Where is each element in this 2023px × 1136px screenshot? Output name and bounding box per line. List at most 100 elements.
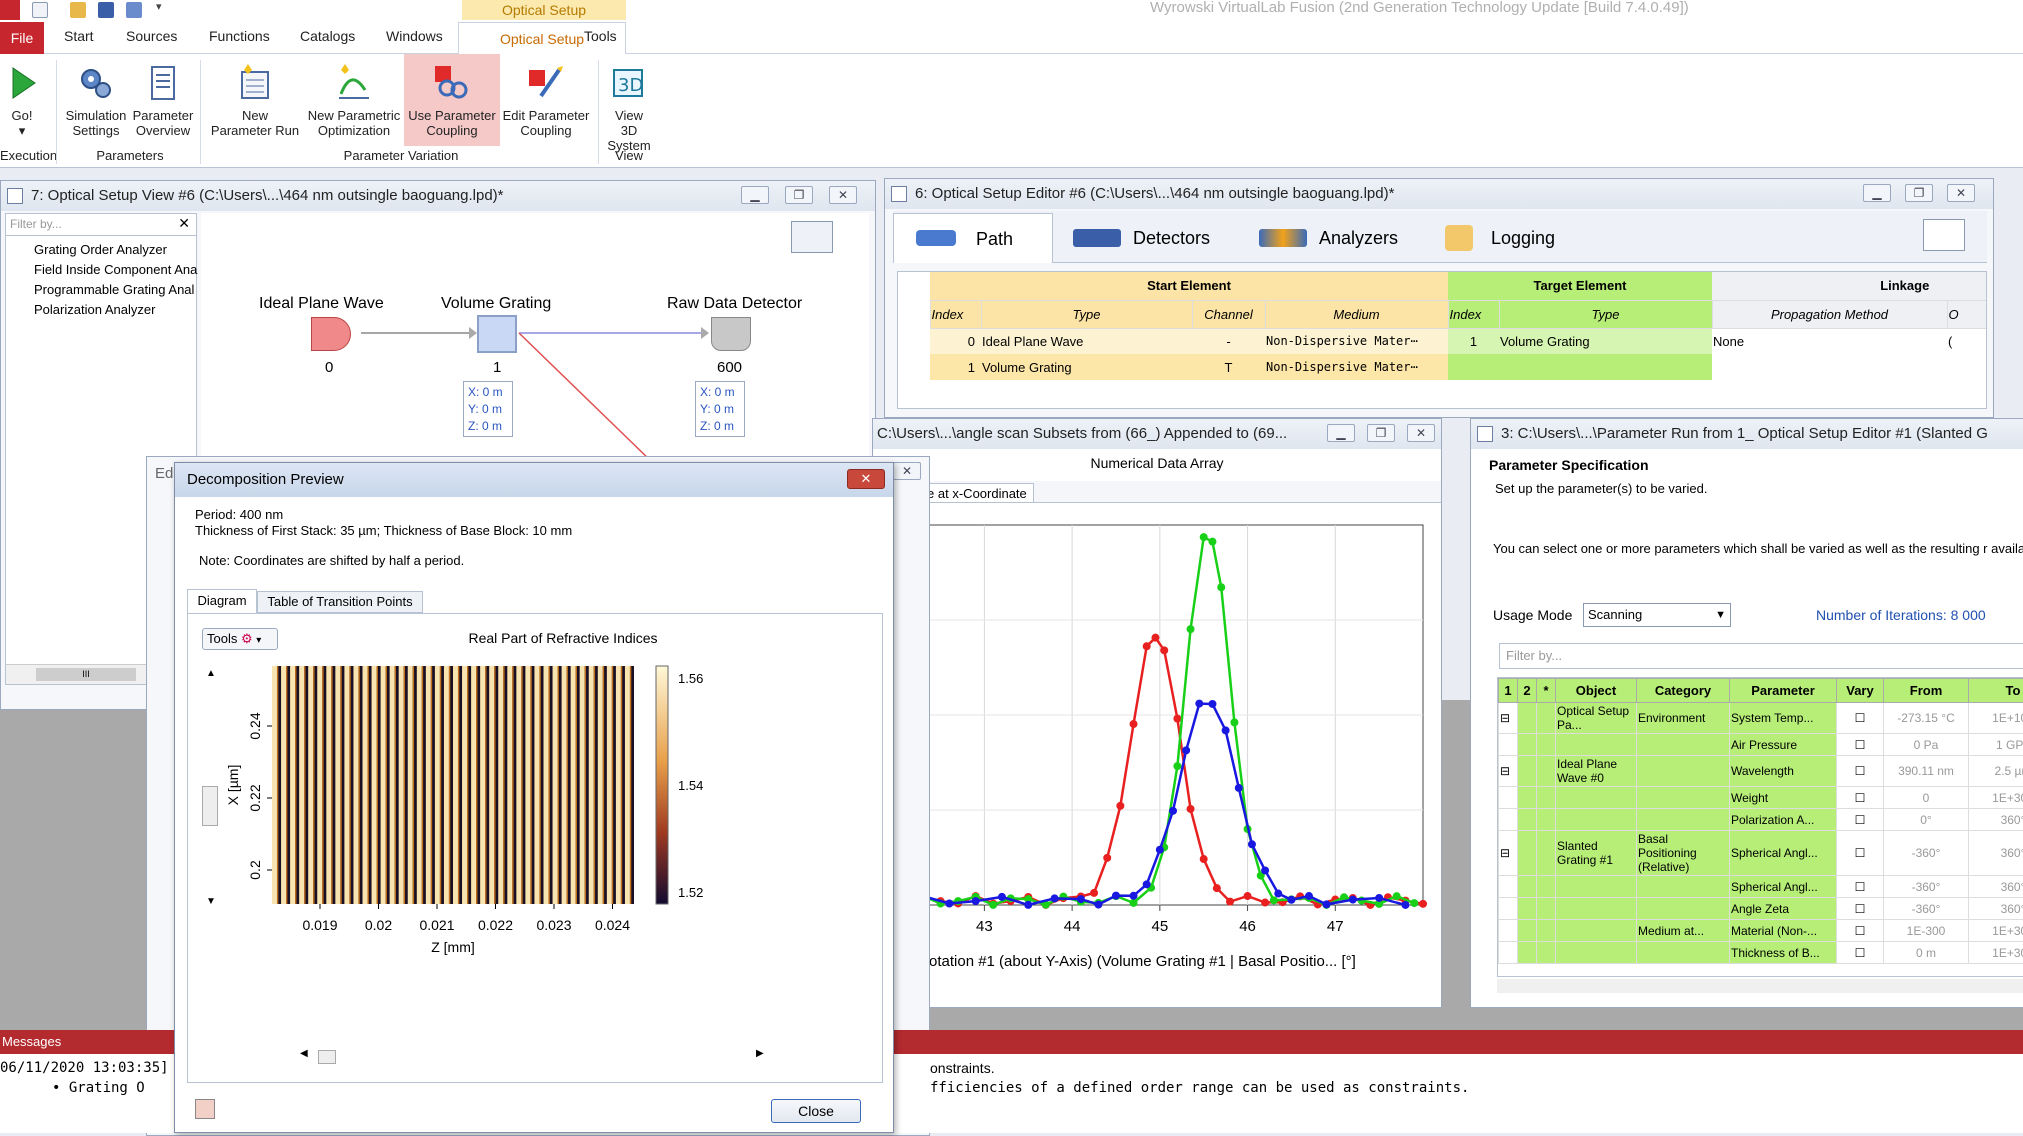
- scroll-left-icon[interactable]: ◀: [300, 1048, 308, 1059]
- minimize-button[interactable]: ▁: [1863, 184, 1891, 202]
- tab-analyzers[interactable]: Analyzers: [1255, 215, 1425, 259]
- use-parameter-coupling-button[interactable]: Use Parameter Coupling: [404, 54, 500, 146]
- menu-start[interactable]: Start: [64, 28, 94, 44]
- save-icon[interactable]: [98, 2, 114, 18]
- go-button[interactable]: Go! ▾: [0, 54, 44, 146]
- vary-checkbox[interactable]: ☐: [1837, 920, 1884, 942]
- volume-grating-icon[interactable]: [477, 315, 517, 353]
- menu-tools[interactable]: Tools: [584, 28, 617, 44]
- close-button[interactable]: Close: [771, 1099, 861, 1123]
- new-parametric-optimization-button[interactable]: New Parametric Optimization: [304, 54, 404, 146]
- table-row[interactable]: 1 Volume Grating T Non-Dispersive Mater⋯: [898, 354, 1987, 380]
- quick-access-icon[interactable]: [126, 2, 142, 18]
- parameter-overview-button[interactable]: Parameter Overview: [130, 54, 196, 146]
- restore-button[interactable]: ❐: [1905, 184, 1933, 202]
- menu-catalogs[interactable]: Catalogs: [300, 28, 355, 44]
- param-row[interactable]: Weight☐01E+300: [1499, 787, 2023, 809]
- param-row[interactable]: Medium at...Material (Non-...☐1E-3001E+3…: [1499, 920, 2023, 942]
- tab-diagram[interactable]: Diagram: [187, 589, 257, 613]
- plane-wave-source-icon[interactable]: [311, 317, 351, 351]
- filter-box[interactable]: Filter by... ✕: [6, 214, 196, 236]
- tree-item[interactable]: Polarization Analyzer: [34, 302, 155, 317]
- edit-parameter-coupling-button[interactable]: Edit Parameter Coupling: [500, 54, 592, 146]
- vary-checkbox[interactable]: ☐: [1837, 876, 1884, 898]
- index-stripe: [353, 666, 358, 904]
- vary-checkbox[interactable]: ☐: [1837, 703, 1884, 734]
- collapse-icon[interactable]: [1499, 942, 1518, 964]
- customize-dropdown-icon[interactable]: ▾: [156, 0, 162, 13]
- position-box[interactable]: X: 0 m Y: 0 m Z: 0 m: [695, 381, 745, 437]
- param-row[interactable]: ⊟Slanted Grating #1Basal Positioning (Re…: [1499, 831, 2023, 876]
- scroll-up-icon[interactable]: ▲: [206, 668, 216, 679]
- scroll-right-icon[interactable]: ▶: [756, 1048, 764, 1059]
- usage-mode-select[interactable]: Scanning ▼: [1583, 603, 1731, 627]
- param-row[interactable]: Polarization A...☐0°360°: [1499, 809, 2023, 831]
- collapse-icon[interactable]: ⊟: [1499, 703, 1518, 734]
- scroll-thumb[interactable]: III: [36, 668, 136, 681]
- param-row[interactable]: Air Pressure☐0 Pa1 GPa: [1499, 734, 2023, 756]
- vary-checkbox[interactable]: ☐: [1837, 787, 1884, 809]
- scroll-thumb[interactable]: [202, 786, 218, 826]
- vary-checkbox[interactable]: ☐: [1837, 809, 1884, 831]
- minimize-button[interactable]: ▁: [741, 186, 769, 204]
- tree-item[interactable]: Field Inside Component Ana: [34, 262, 197, 277]
- collapse-icon[interactable]: ⊟: [1499, 756, 1518, 787]
- restore-button[interactable]: ❐: [785, 186, 813, 204]
- close-button[interactable]: ✕: [1947, 184, 1975, 202]
- menu-file[interactable]: File: [0, 22, 44, 54]
- collapse-icon[interactable]: [1499, 898, 1518, 920]
- menu-windows[interactable]: Windows: [386, 28, 443, 44]
- param-table-container: 1 2 * Object Category Parameter Vary Fro…: [1497, 677, 2023, 977]
- collapse-icon[interactable]: [1499, 787, 1518, 809]
- tab-path[interactable]: Path: [893, 213, 1053, 263]
- close-icon[interactable]: ✕: [847, 469, 885, 489]
- vary-checkbox[interactable]: ☐: [1837, 831, 1884, 876]
- vary-checkbox[interactable]: ☐: [1837, 942, 1884, 964]
- tree-item[interactable]: Programmable Grating Anal: [34, 282, 194, 297]
- vary-checkbox[interactable]: ☐: [1837, 734, 1884, 756]
- plot-horizontal-scrollbar[interactable]: ◀ ▶: [300, 1050, 770, 1064]
- collapse-icon[interactable]: [1499, 876, 1518, 898]
- minimize-button[interactable]: ▁: [1327, 424, 1355, 442]
- collapse-icon[interactable]: [1499, 809, 1518, 831]
- collapse-icon[interactable]: ⊟: [1499, 831, 1518, 876]
- tab-transition-points[interactable]: Table of Transition Points: [257, 591, 423, 613]
- scroll-thumb[interactable]: [318, 1050, 336, 1064]
- menu-sources[interactable]: Sources: [126, 28, 177, 44]
- vary-checkbox[interactable]: ☐: [1837, 756, 1884, 787]
- tab-detectors[interactable]: Detectors: [1069, 215, 1239, 259]
- refractive-index-plot[interactable]: 0.0190.020.0210.0220.0230.024Z [mm]0.240…: [228, 654, 848, 970]
- param-row[interactable]: ⊟Ideal Plane Wave #0Wavelength☐390.11 nm…: [1499, 756, 2023, 787]
- close-button[interactable]: ✕: [829, 186, 857, 204]
- collapse-icon[interactable]: [1499, 920, 1518, 942]
- param-row[interactable]: Spherical Angl...☐-360°360°: [1499, 876, 2023, 898]
- raw-data-detector-icon[interactable]: [711, 317, 751, 351]
- vertical-scrollbar[interactable]: ▲ ▼: [202, 668, 220, 908]
- param-horizontal-scrollbar[interactable]: [1497, 979, 2023, 993]
- param-row[interactable]: ⊟Optical Setup Pa...EnvironmentSystem Te…: [1499, 703, 2023, 734]
- close-button[interactable]: ✕: [1407, 424, 1435, 442]
- close-button[interactable]: ✕: [893, 462, 921, 480]
- export-icon[interactable]: [195, 1099, 215, 1119]
- collapse-icon[interactable]: [1499, 734, 1518, 756]
- scroll-down-icon[interactable]: ▼: [206, 896, 216, 907]
- vary-checkbox[interactable]: ☐: [1837, 898, 1884, 920]
- restore-button[interactable]: ❐: [1367, 424, 1395, 442]
- position-box[interactable]: X: 0 m Y: 0 m Z: 0 m: [463, 381, 513, 437]
- new-document-icon[interactable]: [32, 2, 48, 18]
- simulation-settings-button[interactable]: Simulation Settings: [60, 54, 132, 146]
- param-row[interactable]: Thickness of B...☐0 m1E+300: [1499, 942, 2023, 964]
- tab-logging[interactable]: Logging: [1441, 215, 1601, 259]
- table-row[interactable]: 0 Ideal Plane Wave - Non-Dispersive Mate…: [898, 328, 1987, 354]
- tree-item[interactable]: Grating Order Analyzer: [34, 242, 167, 257]
- view-3d-system-button[interactable]: 3D View 3D System: [602, 54, 656, 146]
- new-parameter-run-button[interactable]: New Parameter Run: [208, 54, 302, 146]
- menu-functions[interactable]: Functions: [209, 28, 270, 44]
- param-row[interactable]: Angle Zeta☐-360°360°: [1499, 898, 2023, 920]
- open-folder-icon[interactable]: [70, 2, 86, 18]
- editor-view-icon[interactable]: [1923, 219, 1965, 251]
- clear-filter-icon[interactable]: ✕: [178, 215, 190, 232]
- param-filter-input[interactable]: Filter by...: [1499, 643, 2023, 669]
- line-chart[interactable]: 4344454647: [873, 515, 1433, 951]
- tools-dropdown[interactable]: Tools ⚙ ▾: [202, 628, 278, 650]
